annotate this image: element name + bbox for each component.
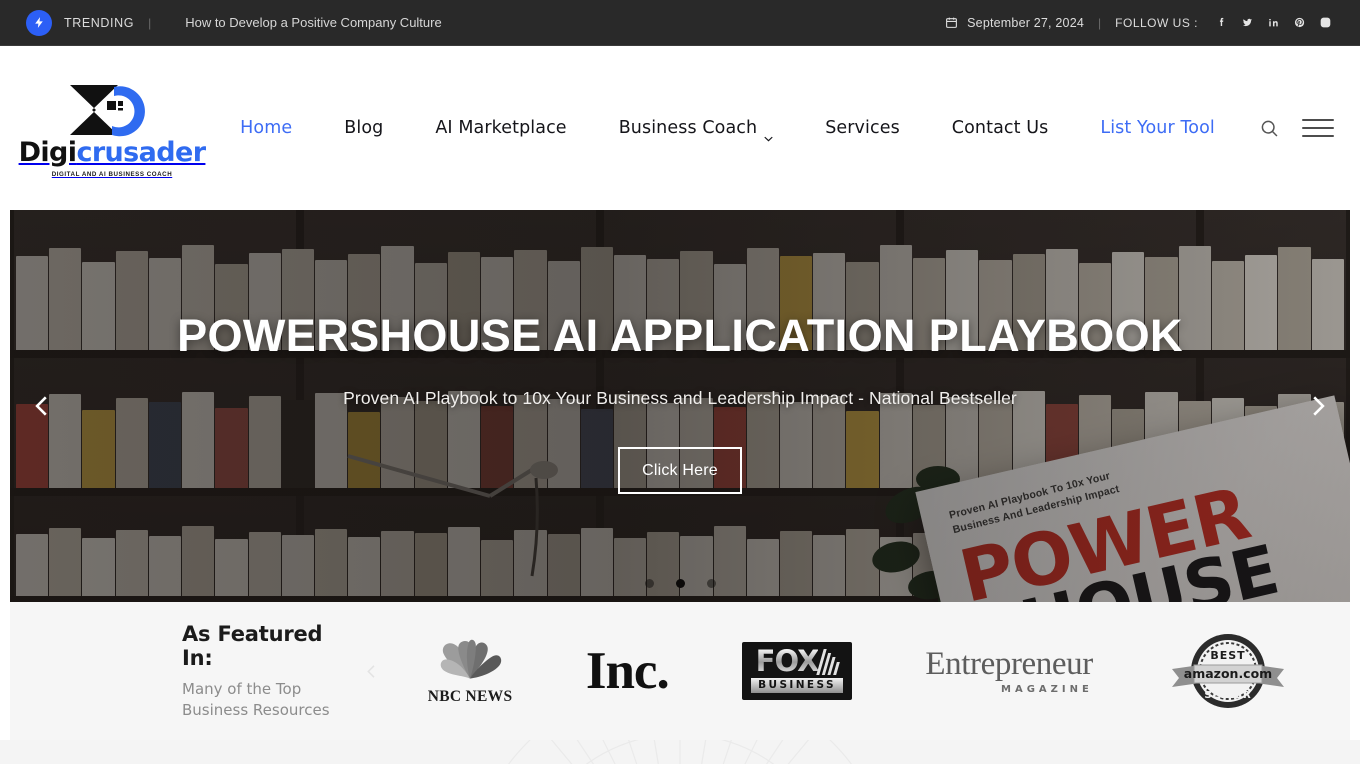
top-announcement-bar: TRENDING | How to Develop a Positive Com… [0,0,1360,46]
social-links [1208,10,1338,36]
nav-item-business-coach[interactable]: Business Coach [593,118,800,141]
calendar-icon [945,16,958,29]
hero-subtitle: Proven AI Playbook to 10x Your Business … [343,388,1017,408]
current-date: September 27, 2024 [967,15,1085,30]
lightning-bolt-icon [26,9,52,36]
facebook-icon[interactable] [1208,10,1234,36]
topbar-separator: | [1098,15,1102,30]
svg-text:amazon.com: amazon.com [1184,666,1272,681]
trending-headline-link[interactable]: How to Develop a Positive Company Cultur… [185,15,442,30]
hero-content: POWERSHOUSE AI APPLICATION PLAYBOOK Prov… [10,210,1350,602]
featured-logo-carousel: NBC NEWS Inc. FOX BUSINESS Entrepreneur … [386,628,1322,714]
hero-pagination-dots [10,579,1350,588]
hero-title: POWERSHOUSE AI APPLICATION PLAYBOOK [177,310,1183,361]
chevron-right-icon [1305,393,1331,419]
nav-label-blog: Blog [344,118,384,138]
next-section-strip [0,740,1360,764]
header-tools [1259,118,1334,139]
topbar-right-group: September 27, 2024 | FOLLOW US : [945,10,1338,36]
nav-label-services: Services [825,118,900,138]
hero-slider: Proven AI Playbook To 10x Your Business … [10,210,1350,602]
trending-separator: | [148,15,152,30]
follow-us-label: FOLLOW US : [1115,15,1198,30]
fox-label: FOX [755,644,820,679]
main-navigation: Home Blog AI Marketplace Business Coach … [214,118,1241,141]
inc-logo[interactable]: Inc. [585,628,670,714]
featured-title: As Featured In: [182,621,323,670]
nav-item-services[interactable]: Services [799,118,926,138]
featured-prev-button[interactable] [356,663,386,680]
logo-word-crusader: crusader [76,136,206,168]
linkedin-icon[interactable] [1260,10,1286,36]
menu-button[interactable] [1302,119,1334,137]
nav-item-contact-us[interactable]: Contact Us [926,118,1075,138]
site-logo[interactable]: Digicrusader DIGITAL AND AI BUSINESS COA… [19,79,206,178]
twitter-icon[interactable] [1234,10,1260,36]
as-featured-in-section: As Featured In: Many of the Top Business… [10,602,1350,740]
instagram-icon[interactable] [1312,10,1338,36]
nbc-peacock-icon [433,636,507,686]
nav-item-list-your-tool[interactable]: List Your Tool [1074,118,1240,138]
inc-label: Inc. [585,641,670,700]
fox-business-sublabel: BUSINESS [751,677,843,693]
logo-tagline: DIGITAL AND AI BUSINESS COACH [51,170,173,178]
nav-item-blog[interactable]: Blog [318,118,409,138]
logo-wordmark: Digicrusader [19,139,206,166]
pinterest-icon[interactable] [1286,10,1312,36]
nav-label-ai-marketplace: AI Marketplace [435,118,567,138]
hero-dot-3[interactable] [706,579,716,588]
hamburger-menu-icon [1302,119,1334,137]
entrepreneur-magazine-logo[interactable]: Entrepreneur MAGAZINE [925,628,1093,714]
hero-dot-2[interactable] [675,579,685,588]
svg-text:SELLER: SELLER [1205,690,1252,701]
nav-label-home: Home [240,118,293,138]
nav-item-home[interactable]: Home [214,118,318,138]
nbc-news-logo[interactable]: NBC NEWS [428,628,513,714]
logo-word-digi: Digi [18,136,77,168]
nav-item-ai-marketplace[interactable]: AI Marketplace [409,118,592,138]
entrepreneur-label: Entrepreneur [925,645,1093,682]
fox-business-logo[interactable]: FOX BUSINESS [742,628,852,714]
hero-prev-button[interactable] [22,386,62,426]
nbc-news-label: NBC NEWS [427,688,513,705]
search-icon [1259,118,1280,139]
featured-heading-group: As Featured In: Many of the Top Business… [182,622,352,720]
svg-text:BEST: BEST [1211,649,1246,662]
fox-streaks-decoration [816,648,841,675]
amazon-best-seller-badge[interactable]: amazon.com BEST SELLER [1166,628,1290,714]
radial-lines-decoration [360,740,1000,764]
nav-label-business-coach: Business Coach [618,118,758,138]
nav-label-contact-us: Contact Us [951,118,1049,138]
chevron-left-icon [363,663,380,680]
trending-label: TRENDING [64,15,135,30]
chevron-down-icon [764,127,773,141]
nav-label-list-your-tool: List Your Tool [1100,118,1215,138]
digicrusader-monogram-icon [52,79,172,141]
search-button[interactable] [1259,118,1280,139]
hero-dot-1[interactable] [644,579,654,588]
hero-cta-button[interactable]: Click Here [618,447,742,494]
featured-subtitle: Many of the Top Business Resources [182,679,330,719]
entrepreneur-sublabel: MAGAZINE [1001,683,1093,695]
hero-next-button[interactable] [1298,386,1338,426]
site-header: Digicrusader DIGITAL AND AI BUSINESS COA… [0,46,1360,210]
chevron-left-icon [29,393,55,419]
